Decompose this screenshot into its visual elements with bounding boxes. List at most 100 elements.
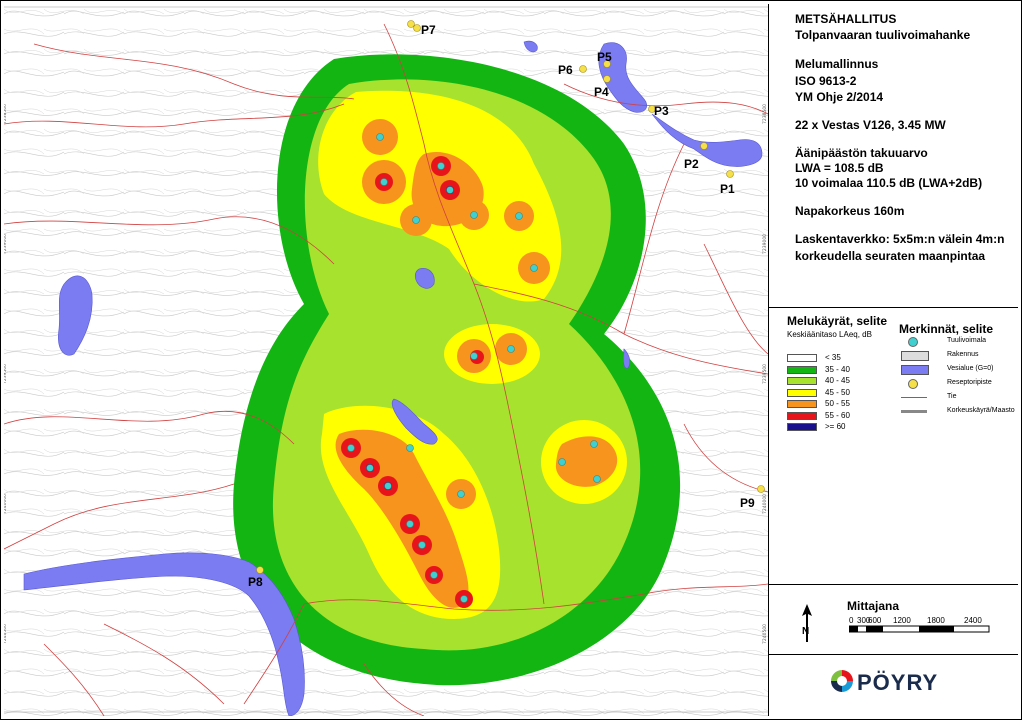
legend-subtitle: Keskiäänitaso LAeq, dB [787,330,872,339]
legend-swatch [787,411,817,420]
turbine-icon[interactable] [515,212,523,220]
turbine-icon[interactable] [593,475,601,483]
divider [769,654,1018,655]
turbine-icon[interactable] [347,444,355,452]
marking-label: Vesialue (G=0) [947,365,994,372]
header-line: METSÄHALLITUS [795,12,897,26]
turbine-icon[interactable] [376,133,384,141]
poyry-logo-icon [831,670,853,692]
scale-bar [849,625,990,633]
legend-label: >= 60 [825,422,846,431]
marking-label: Rakennus [947,351,979,358]
building-swatch-icon [901,351,929,361]
coordinate-label: 7240000 [762,494,768,514]
header-line: YM Ohje 2/2014 [795,90,884,104]
scale-tick-label: 0 [849,616,854,625]
turbine-icon[interactable] [558,458,566,466]
scale-title: Mittajana [847,599,900,613]
legend-swatch [787,365,817,374]
map-canvas[interactable]: 7238500 72385007239000 72390007239500 72395… [4,4,768,716]
legend-swatch [787,423,817,431]
receptor-label: P4 [594,85,609,99]
marking-label: Korkeuskäyrä/Maasto [947,407,1015,414]
receptor-label: P7 [421,23,436,37]
receptor-label: P1 [720,182,735,196]
legend-label: 45 - 50 [825,387,850,397]
contour-line-icon [901,410,927,413]
north-arrow: N [799,604,815,644]
coordinate-label: 7238500 [4,104,8,124]
turbine-icon[interactable] [406,520,414,528]
marking-label: Tie [947,393,957,400]
receptor-label: P5 [597,50,612,64]
receptor-dot-icon [908,379,918,389]
turbine-icon[interactable] [470,352,478,360]
turbine-icon[interactable] [590,440,598,448]
turbine-icon[interactable] [470,211,478,219]
turbine-icon[interactable] [457,490,465,498]
coordinate-label: 7240500 [4,624,8,644]
receptor-label: P2 [684,157,699,171]
scale-tick-label: 2400 [964,616,982,625]
turbine-icon[interactable] [412,216,420,224]
legend-label: 55 - 60 [825,410,850,420]
turbine-icon[interactable] [384,482,392,490]
legend-swatch [787,377,817,385]
noise-map[interactable]: 7238500 7238500 7239000 7239000 7239500 72395… [4,4,769,716]
receptor-point-icon[interactable] [579,65,587,73]
turbine-icon[interactable] [507,345,515,353]
turbine-dot-icon [908,337,918,347]
turbine-icon[interactable] [380,178,388,186]
turbine-icon[interactable] [530,264,538,272]
scale-tick-label: 1800 [927,616,945,625]
turbine-icon[interactable] [446,186,454,194]
legend-label: < 35 [825,353,841,362]
turbine-icon[interactable] [366,464,374,472]
turbine-icon[interactable] [437,162,445,170]
header-line: LWA = 108.5 dB [795,161,884,175]
coordinate-label: 7239000 [762,234,768,254]
turbine-icon[interactable] [430,571,438,579]
legend-swatch [787,388,817,397]
header-line: Napakorkeus 160m [795,204,905,218]
header-line: Äänipäästön takuuarvo [795,146,928,160]
turbine-icon[interactable] [418,541,426,549]
coordinate-label: 7240500 [762,624,768,644]
receptor-point-icon[interactable] [413,24,421,32]
receptor-point-icon[interactable] [700,142,708,150]
header-line: 22 x Vestas V126, 3.45 MW [795,118,946,132]
header-line: Melumallinnus [795,57,879,71]
legend-label: 35 - 40 [825,364,850,374]
header-line: 10 voimalaa 110.5 dB (LWA+2dB) [795,176,983,190]
coordinate-label: 7239000 [4,234,8,254]
coordinate-label: 7239500 [4,364,8,384]
legend-label: 50 - 55 [825,399,850,408]
receptor-label: P9 [740,496,755,510]
poyry-logo-text: PÖYRY [857,670,939,695]
north-arrow-icon [802,604,812,642]
marking-label: Reseptoripiste [947,379,992,386]
water-swatch-icon [901,365,929,375]
legend-swatch [787,400,817,408]
receptor-point-icon[interactable] [407,20,415,28]
turbine-icon[interactable] [460,595,468,603]
receptor-label: P3 [654,104,669,118]
receptor-point-icon[interactable] [256,566,264,574]
receptor-label: P8 [248,575,263,589]
divider [769,584,1018,585]
side-panel: METSÄHALLITUS Tolpanvaaran tuulivoimahank… [769,4,1018,716]
header-line: Tolpanvaaran tuulivoimahanke [795,28,971,42]
legend-swatch [787,354,817,362]
divider [769,307,1018,308]
coordinate-label: 7240000 [4,494,8,514]
receptor-point-icon[interactable] [757,485,765,493]
header-line: Laskentaverkko: 5x5m:n välein 4m:n [795,232,1005,246]
marking-label: Tuulivoimala [947,337,987,344]
scale-tick-label: 1200 [893,616,911,625]
header-line: ISO 9613-2 [795,74,857,88]
turbine-icon[interactable] [406,444,414,452]
receptor-point-icon[interactable] [603,75,611,83]
legend-label: 40 - 45 [825,376,850,385]
header-line: korkeudella seuraten maanpintaa [795,249,986,263]
receptor-point-icon[interactable] [726,170,734,178]
